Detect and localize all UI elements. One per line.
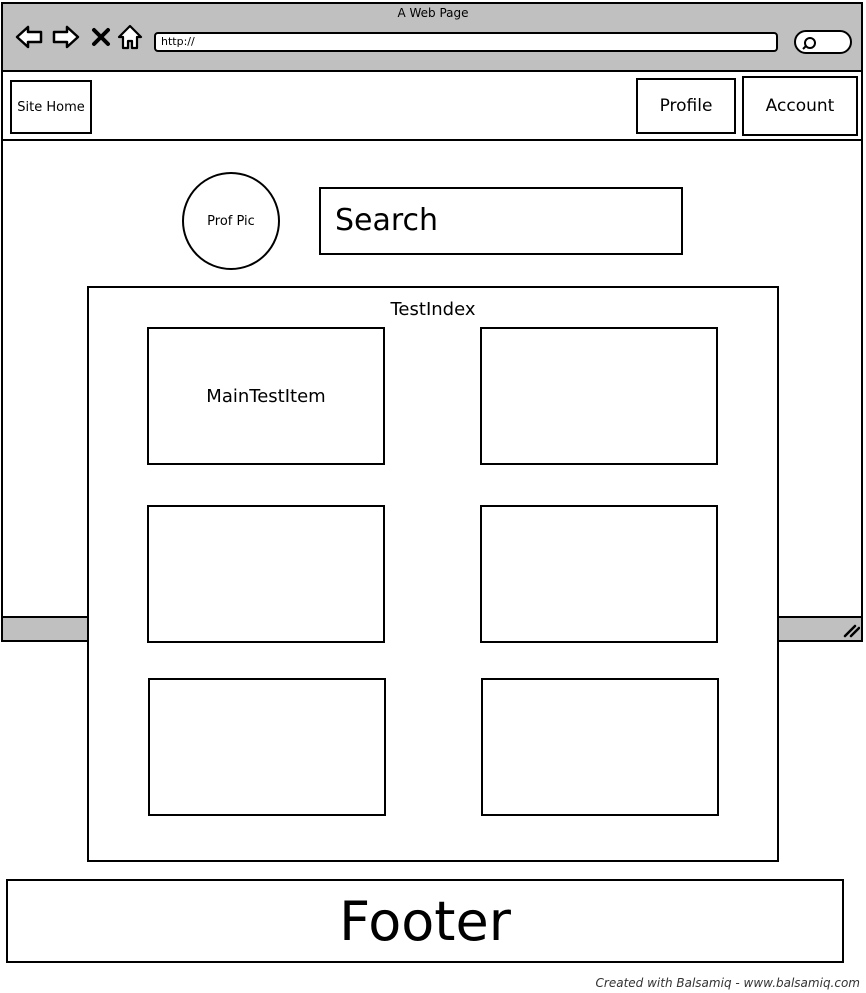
- search-input[interactable]: Search: [319, 187, 683, 255]
- test-item-tile[interactable]: [480, 505, 718, 643]
- test-index-title: TestIndex: [390, 299, 476, 320]
- account-button[interactable]: Account: [742, 76, 858, 136]
- test-item-tile[interactable]: [480, 327, 718, 465]
- url-input[interactable]: http://: [154, 32, 778, 52]
- home-icon[interactable]: [115, 22, 145, 52]
- test-item-tile[interactable]: [147, 505, 385, 643]
- test-item-tile[interactable]: [148, 678, 386, 816]
- profile-button[interactable]: Profile: [636, 78, 736, 134]
- test-item-tile[interactable]: MainTestItem: [147, 327, 385, 465]
- close-icon[interactable]: [86, 22, 116, 52]
- forward-arrow-icon[interactable]: [51, 22, 81, 52]
- back-arrow-icon[interactable]: [14, 22, 44, 52]
- credit-text: Created with Balsamiq - www.balsamiq.com: [595, 976, 860, 990]
- header-divider: [3, 139, 861, 141]
- avatar[interactable]: Prof Pic: [182, 172, 280, 270]
- footer: Footer: [6, 879, 844, 963]
- resize-grip-icon[interactable]: [842, 622, 861, 638]
- window-title: A Web Page: [397, 6, 469, 20]
- site-home-button[interactable]: Site Home: [10, 80, 92, 134]
- search-icon: [802, 37, 816, 50]
- browser-search-field[interactable]: [794, 30, 852, 54]
- test-item-tile[interactable]: [481, 678, 719, 816]
